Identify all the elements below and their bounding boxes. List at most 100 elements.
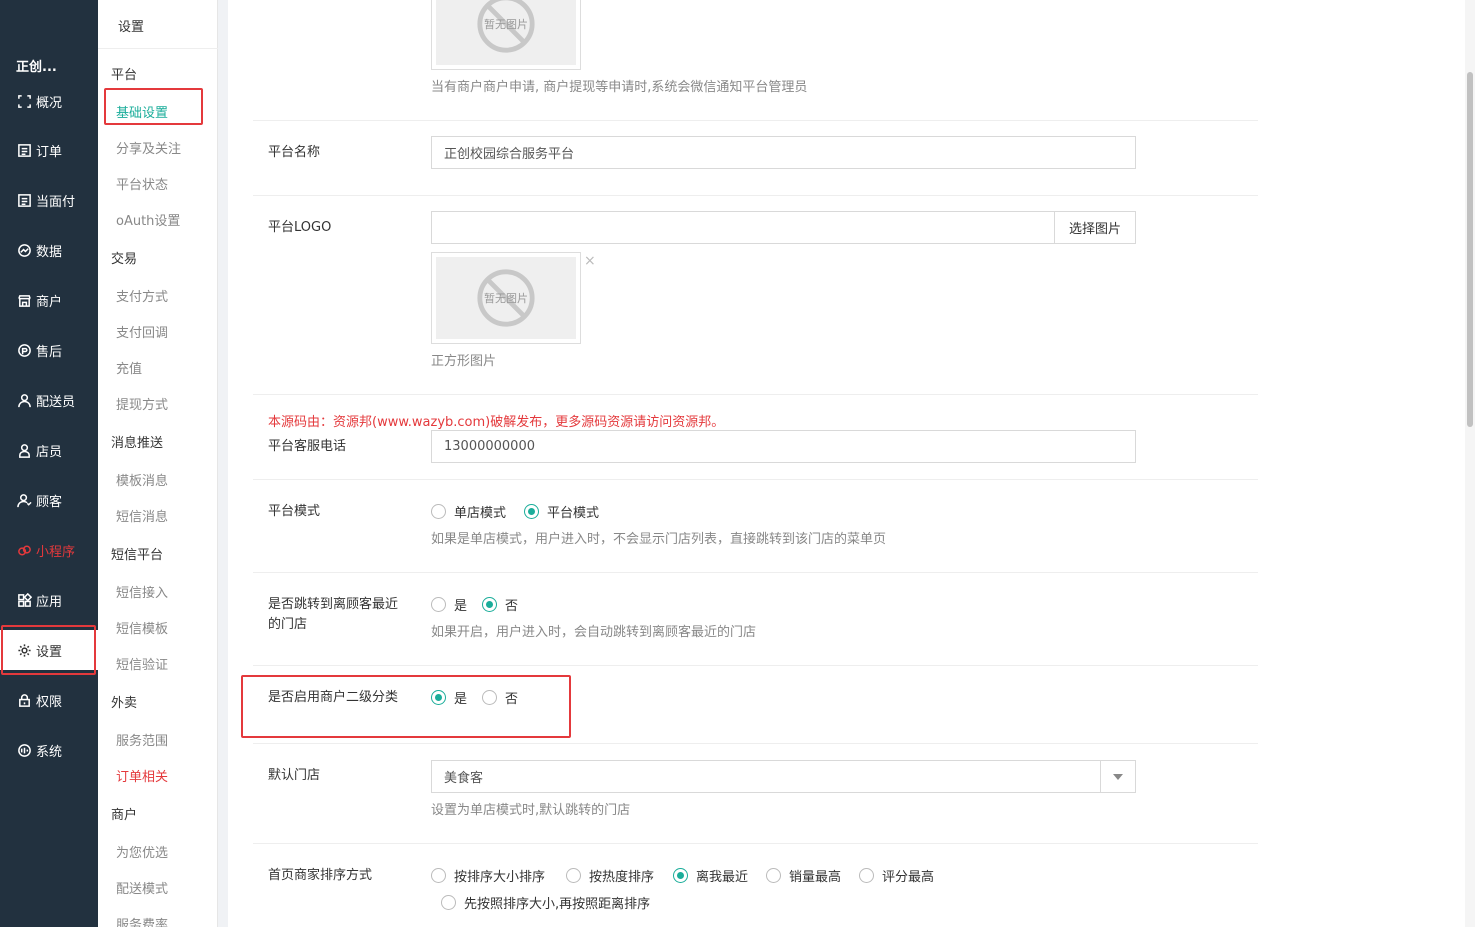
sub-sidebar: 设置 平台 基础设置 分享及关注 平台状态 oAuth设置 交易 支付方式 支付… [98,0,218,927]
select-image-button[interactable]: 选择图片 [1054,211,1136,244]
sort-order-then-distance-radio[interactable]: 先按照排序大小,再按照距离排序 [441,893,650,912]
radio-dot [431,690,446,705]
nav-item-label: 系统 [36,744,63,760]
nav-item-label: 顾客 [36,494,63,510]
image-placeholder: 暂无图片 [436,257,576,339]
nav-item-permission[interactable]: 权限 [0,680,98,720]
gutter [218,0,228,927]
jump-no-radio[interactable]: 否 [482,595,518,614]
nav-item-label: 小程序 [36,544,76,560]
platform-name-input[interactable]: 正创校园综合服务平台 [431,136,1136,169]
sub-link-oauth[interactable]: oAuth设置 [116,210,180,229]
courier-icon [16,392,32,408]
sub-link-sms-verify[interactable]: 短信验证 [116,654,168,673]
nav-item-orders[interactable]: 订单 [0,130,98,170]
radio-dot [431,504,446,519]
nav-item-settings[interactable]: 设置 [0,630,98,670]
sort-by-distance-radio[interactable]: 离我最近 [673,866,748,885]
nav-item-system[interactable]: 系统 [0,730,98,770]
nav-item-label: 权限 [36,694,63,710]
radio-label: 是 [454,599,468,614]
mode-hint: 如果是单店模式，用户进入时，不会显示门店列表，直接跳转到该门店的菜单页 [431,532,887,547]
nav-item-clerk[interactable]: 店员 [0,430,98,470]
nav-item-apps[interactable]: 应用 [0,580,98,620]
radio-label: 否 [505,599,519,614]
radio-dot [431,868,446,883]
nav-item-label: 应用 [36,594,63,610]
scrollbar[interactable] [1465,0,1475,927]
default-store-label: 默认门店 [268,768,321,783]
jump-yes-radio[interactable]: 是 [431,595,467,614]
nav-item-label: 配送员 [36,394,76,410]
sub-link-status[interactable]: 平台状态 [116,174,168,193]
notify-image-thumb[interactable]: 暂无图片 [431,0,581,70]
sub-link-sms-access[interactable]: 短信接入 [116,582,168,601]
divider [253,743,1258,744]
sub-link-withdraw[interactable]: 提现方式 [116,394,168,413]
sub-link-service-range[interactable]: 服务范围 [116,730,168,749]
sub-link-recharge[interactable]: 充值 [116,358,142,377]
nav-item-miniprogram[interactable]: 小程序 [0,530,98,570]
clerk-icon [16,442,32,458]
sort-by-rating-radio[interactable]: 评分最高 [859,866,934,885]
sub-link-sms-template[interactable]: 短信模板 [116,618,168,637]
scrollbar-thumb[interactable] [1467,72,1473,427]
nav-item-label: 售后 [36,344,63,360]
sub-link-basic-settings[interactable]: 基础设置 [116,102,168,121]
radio-label: 平台模式 [547,506,600,521]
sub-link-sms-msg[interactable]: 短信消息 [116,506,168,525]
nav-item-label: 概况 [36,95,63,111]
logo-path-input[interactable] [431,211,1055,244]
nav-item-courier[interactable]: 配送员 [0,380,98,420]
radio-label: 单店模式 [454,506,507,521]
sub-link-delivery-mode[interactable]: 配送模式 [116,878,168,897]
apps-icon [16,592,32,608]
sort-by-order-radio[interactable]: 按排序大小排序 [431,866,545,885]
radio-label: 销量最高 [789,870,842,885]
platform-logo-label: 平台LOGO [268,220,332,235]
mode-single-radio[interactable]: 单店模式 [431,502,506,521]
radio-label: 离我最近 [696,870,749,885]
store-icon [16,292,32,308]
sub-link-service-fee[interactable]: 服务费率 [116,914,168,927]
miniprogram-icon [16,542,32,558]
radio-dot [673,868,688,883]
nav-item-aftersale[interactable]: 售后 [0,330,98,370]
nav-item-merchant[interactable]: 商户 [0,280,98,320]
sub-link-order-related[interactable]: 订单相关 [116,766,168,785]
nav-item-customer[interactable]: 顾客 [0,480,98,520]
service-phone-input[interactable]: 13000000000 [431,430,1136,463]
default-store-select[interactable]: 美食客 [431,760,1136,793]
sub-link-pay-callback[interactable]: 支付回调 [116,322,168,341]
radio-dot [766,868,781,883]
radio-label: 评分最高 [882,870,935,885]
logo-thumb[interactable]: 暂无图片 [431,252,581,344]
sub-link-share[interactable]: 分享及关注 [116,138,181,157]
nav-item-label: 数据 [36,244,63,260]
close-icon[interactable]: × [584,253,596,269]
sort-by-sales-radio[interactable]: 销量最高 [766,866,841,885]
group-message: 消息推送 [111,436,164,451]
radio-label: 先按照排序大小,再按照距离排序 [464,897,651,912]
sub-link-recommend[interactable]: 为您优选 [116,842,168,861]
radio-label: 否 [505,692,519,707]
after-sale-icon [16,342,32,358]
radio-dot [482,690,497,705]
mode-platform-radio[interactable]: 平台模式 [524,502,599,521]
radio-dot [524,504,539,519]
nav-item-data[interactable]: 数据 [0,230,98,270]
nav-item-overview[interactable]: 概况 [0,81,98,121]
nav-item-label: 当面付 [36,194,76,210]
sub-link-template-msg[interactable]: 模板消息 [116,470,168,489]
nav-item-facepay[interactable]: 当面付 [0,180,98,220]
sub-link-pay-method[interactable]: 支付方式 [116,286,168,305]
chevron-down-icon[interactable] [1100,761,1135,792]
divider [98,48,218,49]
no-image-text: 暂无图片 [484,292,528,305]
subcategory-yes-radio[interactable]: 是 [431,688,467,707]
group-merchant: 商户 [111,808,138,823]
radio-dot [441,895,456,910]
subcategory-no-radio[interactable]: 否 [482,688,518,707]
order-icon [16,142,32,158]
sort-by-heat-radio[interactable]: 按热度排序 [566,866,654,885]
